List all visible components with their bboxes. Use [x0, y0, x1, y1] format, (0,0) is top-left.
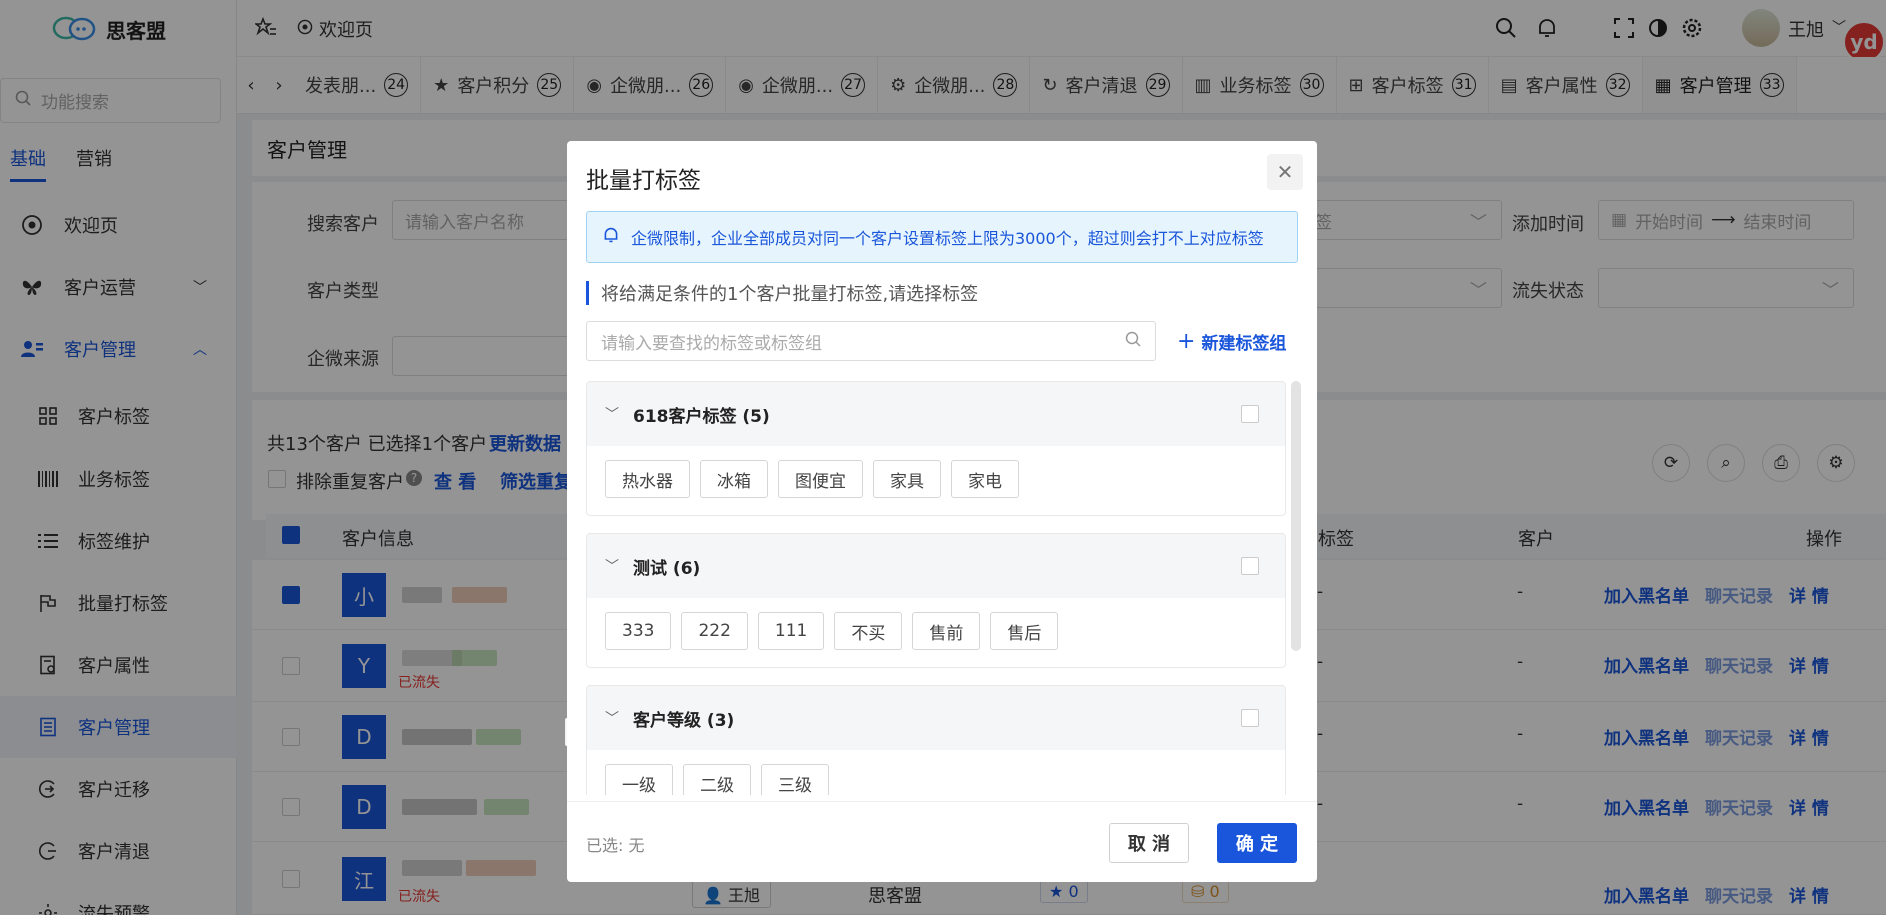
tag-option[interactable]: 售前: [912, 612, 981, 650]
tag-group: ﹀ 测试 (6) 333 222 111 不买 售前 售后: [586, 533, 1286, 668]
cancel-button[interactable]: 取 消: [1109, 823, 1189, 863]
tag-option[interactable]: 111: [757, 612, 825, 650]
tag-group-header[interactable]: ﹀ 客户等级 (3): [587, 686, 1285, 750]
tag-group-name: 测试 (6): [633, 558, 701, 579]
tag-option[interactable]: 家具: [873, 460, 941, 498]
tag-option[interactable]: 222: [681, 612, 748, 650]
tag-group-name: 客户等级 (3): [633, 710, 735, 731]
group-checkbox[interactable]: [1241, 709, 1259, 727]
tag-option[interactable]: 冰箱: [700, 460, 768, 498]
tag-option[interactable]: 333: [605, 612, 672, 650]
tag-list: 一级 二级 三级: [587, 750, 1285, 795]
tag-option[interactable]: 图便宜: [778, 460, 863, 498]
tag-group-header[interactable]: ﹀ 618客户标签 (5): [587, 382, 1285, 446]
selected-summary: 已选: 无: [586, 836, 645, 855]
tag-group: ﹀ 618客户标签 (5) 热水器 冰箱 图便宜 家具 家电: [586, 381, 1286, 516]
dialog-divider: [567, 801, 1317, 802]
plus-icon: +: [1177, 329, 1196, 354]
tag-option[interactable]: 一级: [605, 764, 673, 795]
search-icon: [1125, 331, 1141, 352]
new-tag-group-button[interactable]: + 新建标签组: [1177, 329, 1286, 354]
dialog-title: 批量打标签: [586, 168, 701, 194]
limit-alert: 企微限制，企业全部成员对同一个客户设置标签上限为3000个，超过则会打不上对应标…: [586, 211, 1298, 263]
tag-group-list: ﹀ 618客户标签 (5) 热水器 冰箱 图便宜 家具 家电 ﹀ 测试 (6) …: [586, 381, 1298, 795]
tag-option[interactable]: 二级: [683, 764, 751, 795]
group-checkbox[interactable]: [1241, 405, 1259, 423]
hint-text: 将给满足条件的1个客户批量打标签,请选择标签: [601, 284, 979, 305]
bell-icon: [603, 226, 619, 248]
tag-group-header[interactable]: ﹀ 测试 (6): [587, 534, 1285, 598]
dialog-hint: 将给满足条件的1个客户批量打标签,请选择标签: [586, 281, 978, 305]
tag-option[interactable]: 不买: [834, 612, 903, 650]
chevron-down-icon: ﹀: [605, 559, 619, 575]
scrollbar[interactable]: [1291, 381, 1301, 651]
confirm-button[interactable]: 确 定: [1217, 823, 1297, 863]
tag-list: 热水器 冰箱 图便宜 家具 家电: [587, 446, 1285, 512]
alert-text: 企微限制，企业全部成员对同一个客户设置标签上限为3000个，超过则会打不上对应标…: [631, 229, 1264, 248]
batch-tag-dialog: 批量打标签 ✕ 企微限制，企业全部成员对同一个客户设置标签上限为3000个，超过…: [567, 141, 1317, 882]
tag-list: 333 222 111 不买 售前 售后: [587, 598, 1285, 664]
tag-option[interactable]: 售后: [990, 612, 1059, 650]
new-group-label: 新建标签组: [1201, 334, 1287, 354]
chevron-down-icon: ﹀: [605, 407, 619, 423]
tag-search-input[interactable]: 请输入要查找的标签或标签组: [586, 321, 1156, 361]
tag-group-name: 618客户标签 (5): [633, 406, 770, 427]
search-placeholder: 请输入要查找的标签或标签组: [601, 333, 822, 354]
tag-group: ﹀ 客户等级 (3) 一级 二级 三级: [586, 685, 1286, 795]
group-checkbox[interactable]: [1241, 557, 1259, 575]
close-icon[interactable]: ✕: [1267, 154, 1303, 190]
tag-option[interactable]: 热水器: [605, 460, 690, 498]
tag-option[interactable]: 三级: [761, 764, 829, 795]
tag-option[interactable]: 家电: [951, 460, 1019, 498]
chevron-down-icon: ﹀: [605, 711, 619, 727]
